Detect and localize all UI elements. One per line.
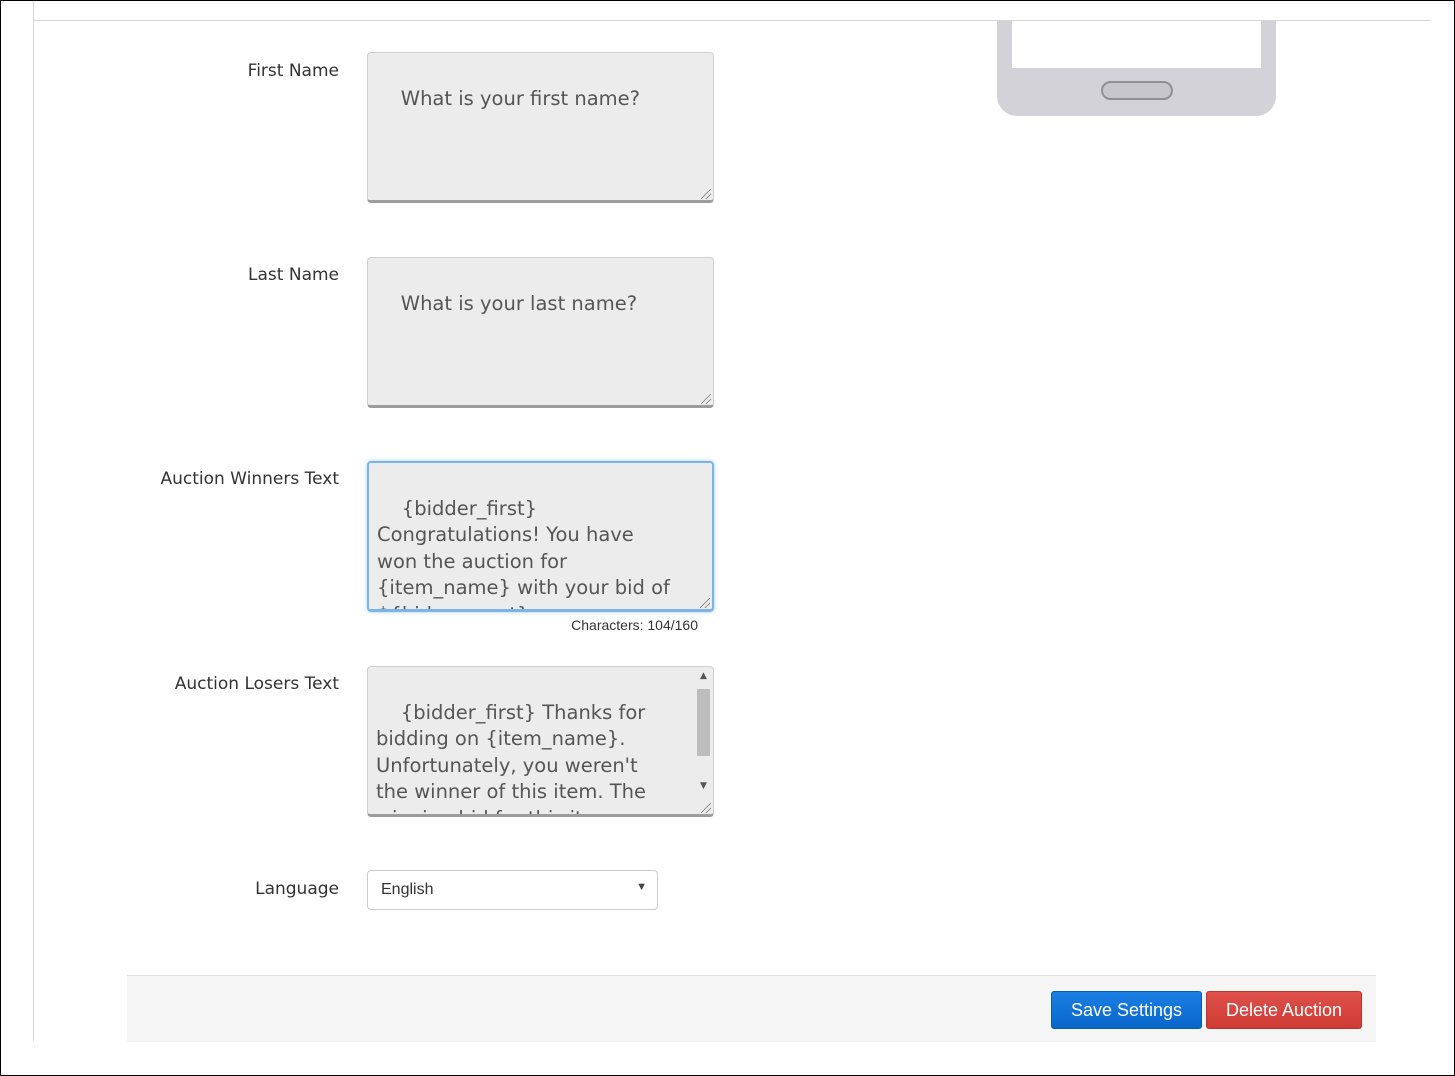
content-border-left [33, 1, 34, 1041]
last-name-label: Last Name [248, 265, 339, 285]
language-select[interactable]: English ▼ [367, 870, 658, 910]
last-name-textarea[interactable]: What is your last name? [367, 257, 714, 408]
language-select-value: English [381, 881, 434, 898]
winners-char-count: Characters: 104/160 [571, 617, 698, 633]
losers-text-label: Auction Losers Text [174, 674, 339, 694]
scroll-up-icon[interactable]: ▲ [695, 668, 712, 685]
scroll-down-icon[interactable]: ▼ [695, 778, 712, 795]
delete-auction-button[interactable]: Delete Auction [1206, 991, 1362, 1029]
winners-text-textarea[interactable]: {bidder_first} Congratulations! You have… [367, 461, 714, 612]
language-label: Language [255, 879, 339, 899]
phone-screen [1012, 21, 1261, 68]
winners-text-value: {bidder_first} Congratulations! You have… [377, 496, 670, 610]
save-settings-button[interactable]: Save Settings [1051, 991, 1202, 1029]
page-frame: First Name What is your first name? Last… [0, 0, 1455, 1076]
resize-grip-icon[interactable] [701, 803, 711, 813]
first-name-text: What is your first name? [400, 86, 641, 110]
winners-text-label: Auction Winners Text [160, 469, 339, 489]
resize-grip-icon[interactable] [701, 394, 711, 404]
first-name-textarea[interactable]: What is your first name? [367, 52, 714, 203]
losers-text-textarea[interactable]: {bidder_first} Thanks for bidding on {it… [367, 666, 714, 817]
resize-grip-icon[interactable] [701, 189, 711, 199]
phone-preview [997, 21, 1276, 116]
scroll-thumb[interactable] [697, 689, 710, 756]
phone-home-button-icon [1101, 81, 1173, 100]
first-name-label: First Name [247, 61, 339, 81]
losers-text-value: {bidder_first} Thanks for bidding on {it… [376, 700, 658, 815]
resize-grip-icon[interactable] [700, 598, 710, 608]
last-name-text: What is your last name? [400, 291, 638, 315]
losers-text-scrollbar[interactable]: ▲ ▼ [695, 668, 712, 795]
chevron-down-icon: ▼ [636, 881, 647, 893]
